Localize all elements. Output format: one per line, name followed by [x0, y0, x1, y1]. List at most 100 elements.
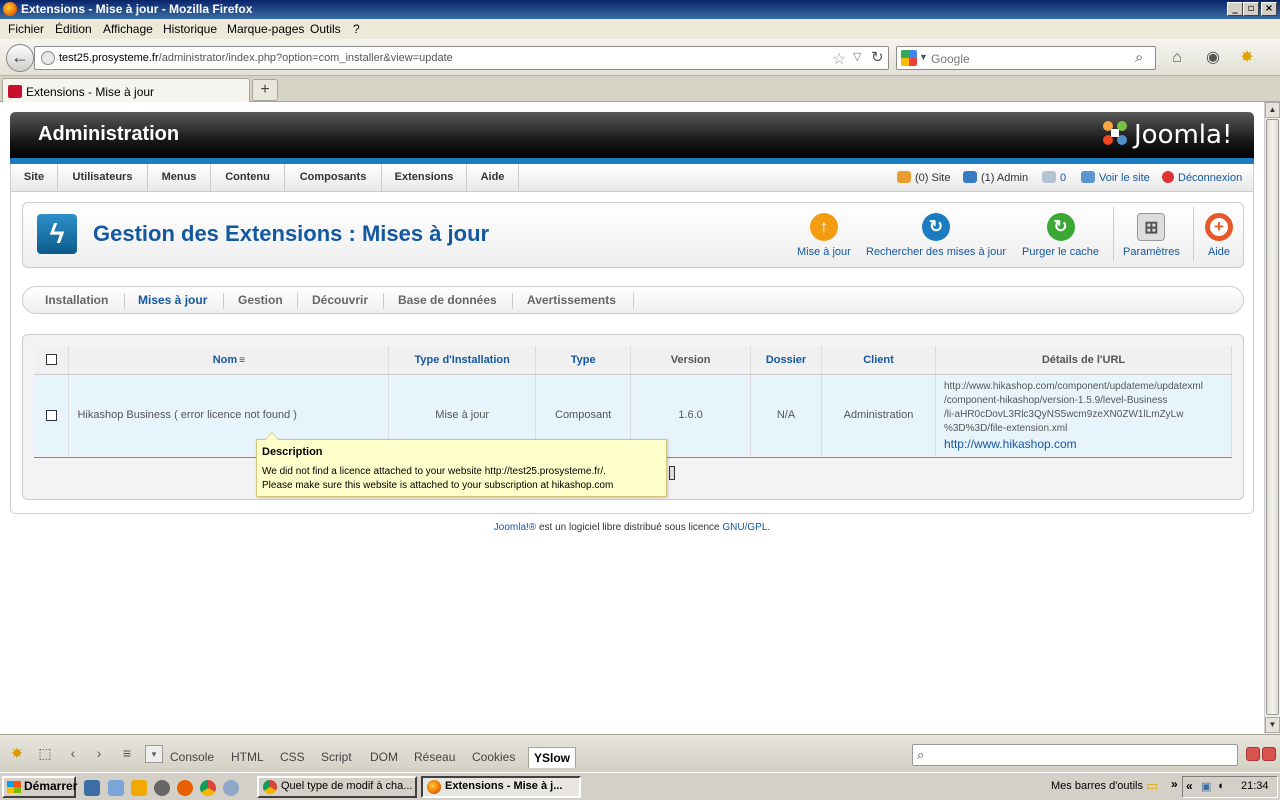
submenu-updates[interactable]: Mises à jour	[138, 293, 207, 307]
start-button[interactable]: Démarrer	[2, 776, 77, 798]
fb-tab-cookies[interactable]: Cookies	[472, 750, 515, 764]
submenu-gestion[interactable]: Gestion	[238, 293, 283, 307]
footer-joomla-link[interactable]: Joomla!®	[494, 522, 536, 533]
submenu-installation[interactable]: Installation	[45, 293, 108, 307]
fb-tab-yslow[interactable]: YSlow	[528, 747, 577, 768]
menu-historique[interactable]: Historique	[163, 22, 217, 36]
task-firefox-window[interactable]: Extensions - Mise à j...	[421, 776, 581, 798]
footer-license-link[interactable]: GNU/GPL	[722, 522, 767, 533]
quicklaunch-app-icon[interactable]	[108, 780, 124, 796]
scroll-down-icon[interactable]: ▼	[1265, 717, 1280, 733]
maximize-button[interactable]: ▫	[1243, 2, 1259, 16]
bookmark-star-icon[interactable]: ☆	[832, 49, 846, 69]
engine-dropdown-icon[interactable]: ▼	[919, 52, 928, 62]
volume-icon[interactable]: ◖	[1217, 780, 1224, 792]
scroll-up-icon[interactable]: ▲	[1265, 102, 1280, 118]
reload-icon[interactable]: ↻	[871, 48, 884, 66]
search-icon[interactable]: ⌕	[1135, 49, 1143, 66]
fb-detach-icon[interactable]	[1262, 747, 1276, 761]
toolbars-label[interactable]: Mes barres d'outils	[1051, 780, 1143, 792]
pagination-control[interactable]	[669, 466, 675, 480]
site-identity-icon[interactable]	[41, 51, 55, 65]
firebug-bug-icon[interactable]: ✸	[8, 745, 26, 763]
new-tab-button[interactable]: +	[252, 79, 278, 101]
col-header-folder[interactable]: Dossier	[750, 346, 822, 375]
window-title: Extensions - Mise à jour - Mozilla Firef…	[21, 2, 253, 16]
firebug-search-input[interactable]: ⌕	[912, 744, 1238, 766]
firebug-icon[interactable]: ✸	[1237, 48, 1257, 68]
purge-cache-button[interactable]: ↻ Purger le cache	[1022, 213, 1099, 258]
admin-menu-contenu[interactable]: Contenu	[211, 164, 285, 192]
fb-tab-network[interactable]: Réseau	[414, 750, 455, 764]
status-messages[interactable]: 0	[1042, 171, 1066, 184]
submenu-warnings[interactable]: Avertissements	[527, 293, 616, 307]
admin-menu-menus[interactable]: Menus	[148, 164, 211, 192]
view-site-link[interactable]: Voir le site	[1081, 171, 1150, 184]
folder-icon[interactable]: ▭	[1146, 778, 1158, 794]
row-checkbox[interactable]	[45, 409, 57, 421]
quicklaunch-chrome-icon[interactable]	[200, 780, 216, 796]
col-header-type[interactable]: Type	[535, 346, 632, 375]
network-icon[interactable]: ▣	[1201, 780, 1211, 793]
help-button[interactable]: + Aide	[1205, 213, 1233, 258]
fb-tab-console[interactable]: Console	[170, 750, 214, 764]
admin-menu-utilisateurs[interactable]: Utilisateurs	[58, 164, 148, 192]
fb-tab-dom[interactable]: DOM	[370, 750, 398, 764]
admin-menu-composants[interactable]: Composants	[285, 164, 382, 192]
url-dropdown-icon[interactable]: ▽	[853, 50, 861, 63]
fb-back-icon[interactable]: ‹	[64, 745, 82, 763]
details-homepage-link[interactable]: http://www.hikashop.com	[944, 437, 1231, 451]
back-button[interactable]: ←	[6, 44, 34, 72]
col-header-install-type[interactable]: Type d'Installation	[388, 346, 537, 375]
google-engine-icon[interactable]	[901, 50, 917, 66]
tray-collapse-icon[interactable]: «	[1186, 779, 1193, 793]
quicklaunch-media-icon[interactable]	[154, 780, 170, 796]
fb-menu-icon[interactable]: ≡	[118, 745, 136, 763]
vertical-scrollbar[interactable]: ▲ ▼	[1264, 102, 1280, 734]
window-titlebar[interactable]: Extensions - Mise à jour - Mozilla Firef…	[0, 0, 1280, 19]
col-header-client[interactable]: Client	[821, 346, 936, 375]
minimize-button[interactable]: _	[1227, 2, 1243, 16]
submenu-database[interactable]: Base de données	[398, 293, 497, 307]
menu-marque-pages[interactable]: Marque-pages	[227, 22, 304, 36]
quicklaunch-office-icon[interactable]	[131, 780, 147, 796]
col-header-name[interactable]: Nom ≡	[68, 346, 390, 375]
submenu-divider	[297, 293, 298, 309]
menu-help[interactable]: ?	[353, 22, 360, 36]
menu-fichier[interactable]: Fichier	[8, 22, 44, 36]
fb-tab-css[interactable]: CSS	[280, 750, 305, 764]
home-icon[interactable]: ⌂	[1167, 48, 1187, 68]
fb-minimize-icon[interactable]	[1246, 747, 1260, 761]
expand-toolbars-icon[interactable]: »	[1171, 777, 1178, 791]
menu-outils[interactable]: Outils	[310, 22, 341, 36]
menu-affichage[interactable]: Affichage	[103, 22, 153, 36]
tab-extensions[interactable]: Extensions - Mise à jour	[2, 78, 250, 102]
page-viewport: Administration Joomla! Site Utilisateurs…	[0, 102, 1264, 734]
find-updates-button[interactable]: ↻ Rechercher des mises à jour	[866, 213, 1006, 258]
update-button[interactable]: ↑ Mise à jour	[797, 213, 851, 258]
url-bar[interactable]: test25.prosysteme.fr/administrator/index…	[34, 46, 889, 70]
admin-menu-aide[interactable]: Aide	[467, 164, 519, 192]
admin-menu-extensions[interactable]: Extensions	[382, 164, 467, 192]
fb-dropdown-icon[interactable]: ▾	[145, 745, 163, 763]
scrollbar-thumb[interactable]	[1266, 119, 1279, 715]
task-chrome-window[interactable]: Quel type de modif à cha...	[257, 776, 417, 798]
quicklaunch-other-icon[interactable]	[223, 780, 239, 796]
close-button[interactable]: ×	[1261, 2, 1277, 16]
fb-tab-html[interactable]: HTML	[231, 750, 264, 764]
quicklaunch-firefox-icon[interactable]	[177, 780, 193, 796]
quicklaunch-ie-icon[interactable]	[84, 780, 100, 796]
eye-addon-icon[interactable]: ◉	[1203, 48, 1223, 68]
row-select-cell	[34, 374, 70, 456]
admin-menu-site[interactable]: Site	[11, 164, 58, 192]
search-bar[interactable]: ▼ Google ⌕	[896, 46, 1156, 70]
options-button[interactable]: ⊞ Paramètres	[1123, 213, 1180, 258]
select-all-checkbox[interactable]	[45, 354, 57, 366]
logout-link[interactable]: Déconnexion	[1162, 171, 1242, 184]
page-title: Gestion des Extensions : Mises à jour	[93, 221, 490, 246]
menu-edition[interactable]: Édition	[55, 22, 92, 36]
submenu-decouvrir[interactable]: Découvrir	[312, 293, 368, 307]
fb-forward-icon[interactable]: ›	[90, 745, 108, 763]
fb-tab-script[interactable]: Script	[321, 750, 352, 764]
inspect-icon[interactable]: ⬚	[36, 745, 54, 763]
